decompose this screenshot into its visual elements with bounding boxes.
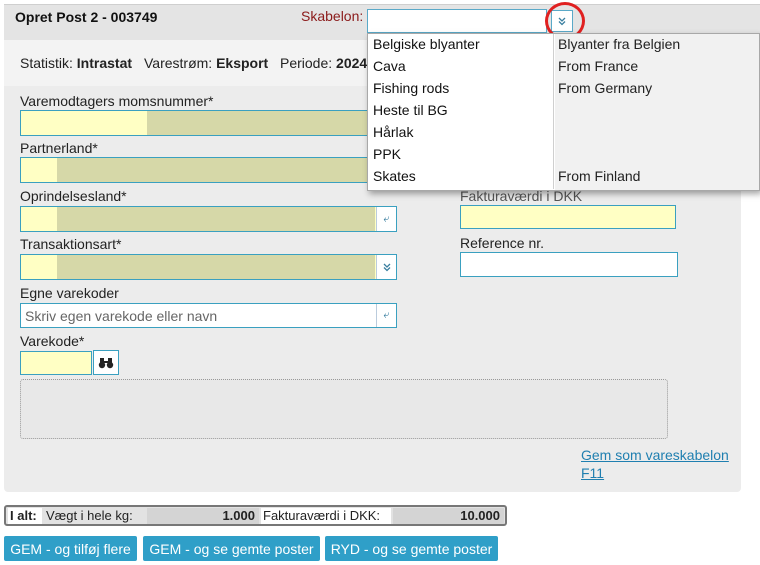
skabelon-label: Skabelon: — [301, 8, 364, 24]
list-item[interactable]: Cava From France — [368, 56, 760, 78]
save-template-link-text: Gem som vareskabelon — [581, 447, 729, 463]
chevron-double-down-icon[interactable] — [376, 255, 396, 279]
item-name: Heste til BG — [373, 102, 448, 118]
list-item[interactable]: Belgiske blyanter Blyanter fra Belgien — [368, 34, 760, 56]
item-desc: Blyanter fra Belgien — [558, 36, 681, 52]
statistik-info: Statistik: Intrastat — [20, 55, 132, 71]
fakturavaerdi-field[interactable] — [460, 205, 676, 229]
varekode-description-box — [20, 379, 668, 439]
item-desc: From Finland — [558, 168, 641, 184]
reference-label: Reference nr. — [460, 235, 545, 251]
egne-varekoder-placeholder: Skriv egen varekode eller navn — [25, 308, 218, 324]
reference-field[interactable] — [460, 252, 678, 277]
save-template-shortcut: F11 — [581, 465, 605, 481]
momsnummer-label: Varemodtagers momsnummer* — [20, 93, 214, 109]
save-view-saved-button[interactable]: GEM - og se gemte poster — [143, 536, 320, 561]
skabelon-dropdown-list: Belgiske blyanter Blyanter fra Belgien C… — [367, 33, 760, 191]
weight-label: Vægt i hele kg: — [46, 508, 133, 523]
momsnummer-field[interactable] — [20, 110, 397, 136]
partnerland-label: Partnerland* — [20, 140, 98, 156]
item-name: Skates — [373, 168, 416, 184]
varestrom-label: Varestrøm: — [144, 55, 213, 71]
periode-value: 2024 — [336, 55, 368, 71]
list-item[interactable]: Skates From Finland — [368, 166, 760, 188]
clear-view-saved-button[interactable]: RYD - og se gemte poster — [325, 536, 498, 561]
varekode-field[interactable] — [20, 351, 92, 375]
transaktionsart-label: Transaktionsart* — [20, 236, 122, 252]
varestrom-info: Varestrøm: Eksport — [144, 55, 268, 71]
statistik-label: Statistik: — [20, 55, 73, 71]
item-name: Fishing rods — [373, 80, 450, 96]
partnerland-select[interactable] — [20, 157, 397, 183]
varekode-label: Varekode* — [20, 333, 85, 349]
item-desc: From France — [558, 58, 639, 74]
totals-bar: I alt: Vægt i hele kg: 1.000 Fakturaværd… — [4, 505, 507, 526]
list-item[interactable]: Heste til BG — [368, 100, 760, 122]
statistik-value: Intrastat — [76, 55, 133, 71]
item-name: Belgiske blyanter — [373, 36, 480, 52]
item-name: Cava — [373, 58, 406, 74]
skabelon-input[interactable] — [367, 9, 547, 33]
item-name: PPK — [373, 146, 402, 162]
item-desc: From Germany — [558, 80, 653, 96]
save-template-link[interactable]: Gem som vareskabelon F11 — [581, 446, 729, 482]
periode-label: Periode: — [280, 55, 333, 71]
totals-label: I alt: — [8, 508, 42, 524]
list-item[interactable]: Hårlak — [368, 122, 760, 144]
weight-value: 1.000 — [147, 508, 259, 524]
invoice-label: Fakturaværdi i DKK: — [261, 508, 391, 524]
lookup-icon[interactable]: ⤶ — [376, 304, 396, 327]
lookup-icon[interactable]: ⤶ — [376, 207, 396, 231]
transaktionsart-select[interactable] — [20, 254, 397, 280]
list-item[interactable]: PPK — [368, 144, 760, 166]
egne-varekoder-label: Egne varekoder — [20, 285, 119, 301]
page-title: Opret Post 2 - 003749 — [15, 9, 158, 25]
oprindelsesland-label: Oprindelsesland* — [20, 188, 127, 204]
invoice-value: 10.000 — [393, 508, 504, 524]
binoculars-icon[interactable] — [93, 350, 119, 375]
list-item[interactable]: Fishing rods From Germany — [368, 78, 760, 100]
item-name: Hårlak — [373, 124, 414, 140]
periode-info: Periode: 2024 — [280, 55, 367, 71]
egne-varekoder-input[interactable]: Skriv egen varekode eller navn ⤶ — [20, 303, 397, 328]
varestrom-value: Eksport — [216, 55, 269, 71]
save-add-more-button[interactable]: GEM - og tilføj flere — [4, 536, 137, 561]
oprindelsesland-field[interactable]: ⤶ — [20, 206, 397, 232]
